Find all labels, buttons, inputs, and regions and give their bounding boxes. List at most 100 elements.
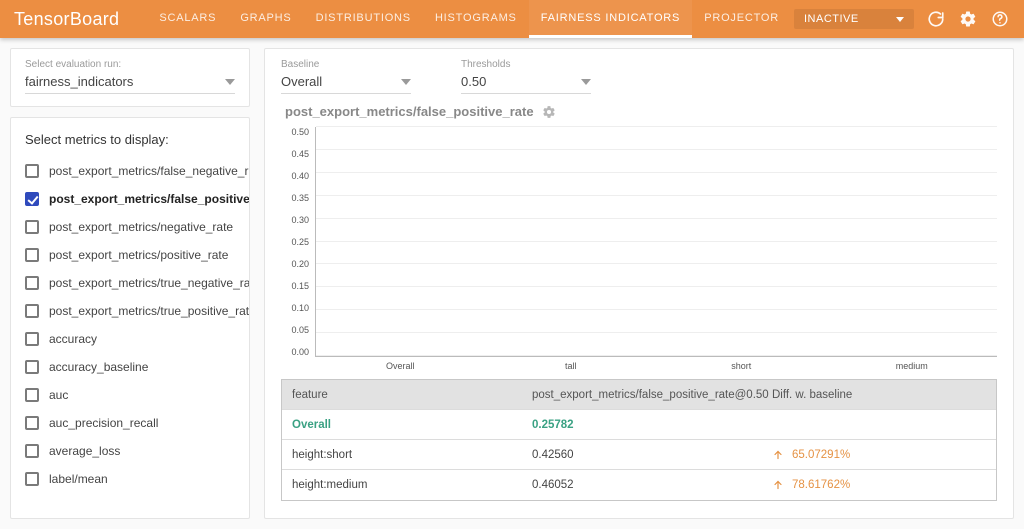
- arrow-up-icon: [772, 479, 784, 491]
- metric-row[interactable]: post_export_metrics/positive_rate: [25, 241, 235, 269]
- help-icon[interactable]: [990, 9, 1010, 29]
- gridline: [316, 172, 997, 173]
- metric-label: average_loss: [49, 444, 120, 458]
- ytick: 0.35: [291, 193, 309, 203]
- metric-row[interactable]: accuracy: [25, 325, 235, 353]
- chart-bars: [316, 127, 997, 356]
- metric-row[interactable]: auc_precision_recall: [25, 409, 235, 437]
- metric-row[interactable]: post_export_metrics/true_positive_rate: [25, 297, 235, 325]
- refresh-icon[interactable]: [926, 9, 946, 29]
- ytick: 0.05: [291, 325, 309, 335]
- cell-diff: 65.07291%: [762, 442, 996, 468]
- metric-label: accuracy: [49, 332, 97, 346]
- threshold-select[interactable]: 0.50: [461, 72, 591, 94]
- chart-xaxis: Overalltallshortmedium: [281, 361, 997, 371]
- gridline: [316, 241, 997, 242]
- metric-row[interactable]: auc: [25, 381, 235, 409]
- table-row: height:short0.4256065.07291%: [282, 440, 996, 470]
- cell-feature: Overall: [282, 412, 522, 438]
- metric-label: auc: [49, 388, 68, 402]
- checkbox[interactable]: [25, 220, 39, 234]
- tab-distributions[interactable]: DISTRIBUTIONS: [304, 0, 423, 38]
- xlabel: short: [656, 361, 827, 371]
- chevron-down-icon: [581, 79, 591, 85]
- checkbox[interactable]: [25, 304, 39, 318]
- chart-yaxis: 0.500.450.400.350.300.250.200.150.100.05…: [281, 127, 315, 357]
- topbar-tabs: SCALARSGRAPHSDISTRIBUTIONSHISTOGRAMSFAIR…: [147, 0, 791, 38]
- tab-histograms[interactable]: HISTOGRAMS: [423, 0, 529, 38]
- eval-run-value: fairness_indicators: [25, 74, 133, 89]
- gridline: [316, 332, 997, 333]
- checkbox[interactable]: [25, 416, 39, 430]
- ytick: 0.50: [291, 127, 309, 137]
- cell-value: 0.25782: [522, 412, 762, 438]
- inactive-plugins-select[interactable]: INACTIVE: [794, 9, 914, 29]
- ytick: 0.30: [291, 215, 309, 225]
- cell-feature: height:medium: [282, 472, 522, 498]
- gridline: [316, 149, 997, 150]
- checkbox[interactable]: [25, 472, 39, 486]
- main-area: Select evaluation run: fairness_indicato…: [0, 38, 1024, 529]
- diff-value: 65.07291%: [792, 449, 850, 461]
- eval-run-select[interactable]: fairness_indicators: [25, 72, 235, 94]
- checkbox[interactable]: [25, 276, 39, 290]
- checkbox[interactable]: [25, 164, 39, 178]
- inactive-select-label: INACTIVE: [804, 13, 859, 25]
- xlabel: Overall: [315, 361, 486, 371]
- chart: 0.500.450.400.350.300.250.200.150.100.05…: [281, 127, 997, 357]
- chart-title-row: post_export_metrics/false_positive_rate: [285, 104, 997, 119]
- checkbox[interactable]: [25, 360, 39, 374]
- checkbox[interactable]: [25, 248, 39, 262]
- metric-label: post_export_metrics/negative_rate: [49, 220, 233, 234]
- cell-feature: height:short: [282, 442, 522, 468]
- metric-row[interactable]: accuracy_baseline: [25, 353, 235, 381]
- gear-icon[interactable]: [958, 9, 978, 29]
- results-table: feature post_export_metrics/false_positi…: [281, 379, 997, 501]
- ytick: 0.15: [291, 281, 309, 291]
- chevron-down-icon: [896, 17, 904, 22]
- xlabel: tall: [486, 361, 657, 371]
- ytick: 0.25: [291, 237, 309, 247]
- checkbox[interactable]: [25, 388, 39, 402]
- metrics-title: Select metrics to display:: [25, 132, 235, 147]
- checkbox[interactable]: [25, 444, 39, 458]
- metric-row[interactable]: label/mean: [25, 465, 235, 493]
- table-row: Overall0.25782: [282, 410, 996, 440]
- table-header-diff: Diff. w. baseline: [762, 382, 996, 408]
- metric-label: post_export_metrics/positive_rate: [49, 248, 228, 262]
- gridline: [316, 355, 997, 356]
- diff-value: 78.61762%: [792, 479, 850, 491]
- tab-graphs[interactable]: GRAPHS: [228, 0, 303, 38]
- checkbox[interactable]: [25, 332, 39, 346]
- metric-label: post_export_metrics/false_negative_rate: [49, 164, 250, 178]
- tab-projector[interactable]: PROJECTOR: [692, 0, 791, 38]
- arrow-up-icon: [772, 449, 784, 461]
- gridline: [316, 309, 997, 310]
- table-row: height:medium0.46052 78.61762%: [282, 470, 996, 500]
- chart-plot: [315, 127, 997, 357]
- ytick: 0.00: [291, 347, 309, 357]
- table-header-metric: post_export_metrics/false_positive_rate@…: [522, 382, 762, 408]
- metric-label: auc_precision_recall: [49, 416, 158, 430]
- gridline: [316, 263, 997, 264]
- ytick: 0.20: [291, 259, 309, 269]
- baseline-select[interactable]: Overall: [281, 72, 411, 94]
- cell-value: 0.46052: [522, 472, 762, 498]
- cell-diff: 78.61762%: [762, 472, 996, 498]
- metric-row[interactable]: post_export_metrics/false_positive_rate: [25, 185, 235, 213]
- ytick: 0.40: [291, 171, 309, 181]
- baseline-label: Baseline: [281, 59, 411, 70]
- threshold-control: Thresholds 0.50: [461, 59, 591, 94]
- metric-row[interactable]: post_export_metrics/negative_rate: [25, 213, 235, 241]
- tab-scalars[interactable]: SCALARS: [147, 0, 228, 38]
- metric-row[interactable]: post_export_metrics/false_negative_rate: [25, 157, 235, 185]
- metric-row[interactable]: post_export_metrics/true_negative_rate: [25, 269, 235, 297]
- xlabel: medium: [827, 361, 998, 371]
- metric-label: accuracy_baseline: [49, 360, 148, 374]
- gridline: [316, 195, 997, 196]
- topbar-right: INACTIVE: [794, 0, 1010, 38]
- checkbox[interactable]: [25, 192, 39, 206]
- gear-icon[interactable]: [542, 105, 556, 119]
- tab-fairness-indicators[interactable]: FAIRNESS INDICATORS: [529, 0, 692, 38]
- metric-row[interactable]: average_loss: [25, 437, 235, 465]
